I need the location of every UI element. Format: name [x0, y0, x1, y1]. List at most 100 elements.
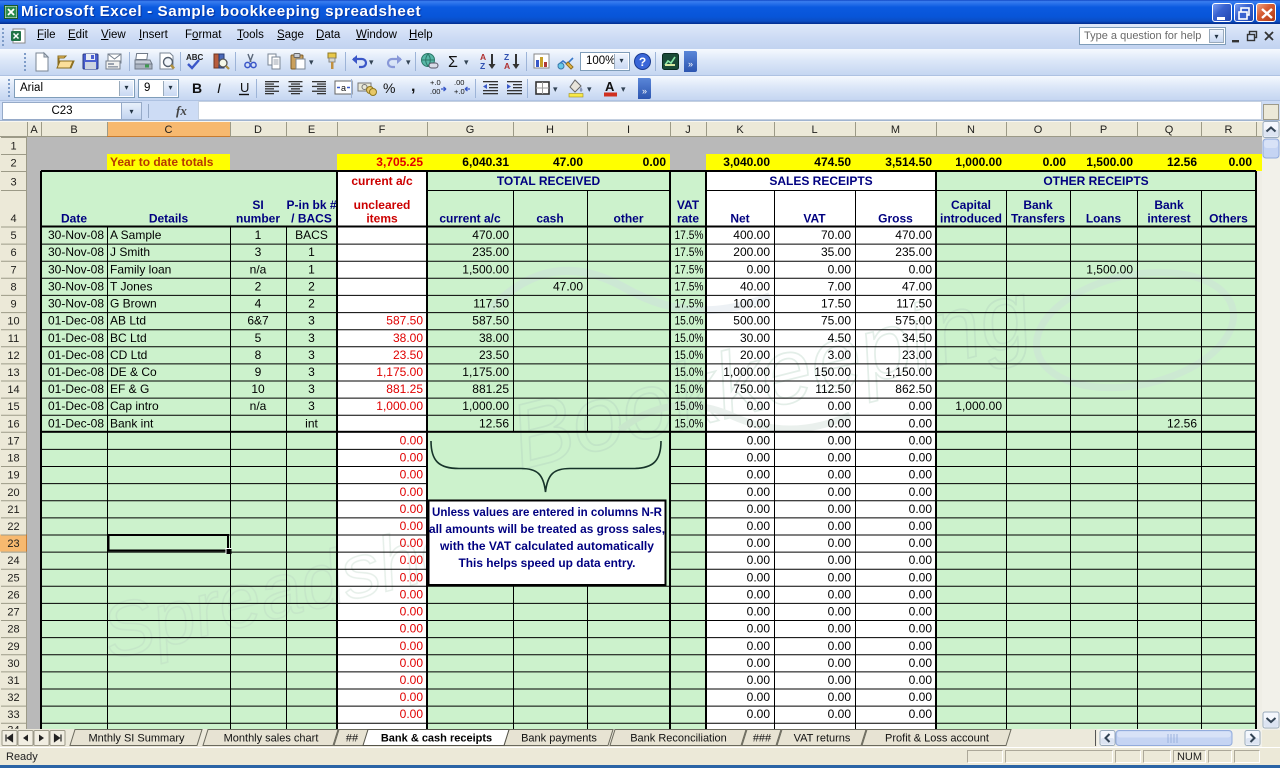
- svg-text:0.00: 0.00: [909, 485, 933, 499]
- svg-text:Unless values are entered in c: Unless values are entered in columns N-R: [432, 505, 662, 519]
- svg-text:0.00: 0.00: [747, 433, 771, 447]
- svg-text:881.25: 881.25: [386, 382, 423, 396]
- svg-text:17: 17: [7, 435, 19, 447]
- svg-text:0.00: 0.00: [909, 570, 933, 584]
- svg-text:1,000.00: 1,000.00: [376, 399, 423, 413]
- svg-text:17.5%: 17.5%: [675, 245, 704, 259]
- svg-text:12: 12: [7, 350, 19, 362]
- svg-text:0.00: 0.00: [747, 468, 771, 482]
- svg-text:15.0%: 15.0%: [675, 416, 704, 430]
- svg-text:12.56: 12.56: [1167, 155, 1197, 169]
- svg-text:Monthly sales chart: Monthly sales chart: [224, 733, 319, 745]
- svg-text:2: 2: [308, 297, 315, 311]
- svg-text:3: 3: [308, 382, 315, 396]
- svg-text:0.00: 0.00: [909, 656, 933, 670]
- svg-text:CD Ltd: CD Ltd: [110, 348, 147, 362]
- svg-text:F: F: [379, 124, 386, 136]
- svg-text:0.00: 0.00: [828, 485, 852, 499]
- svg-text:470.00: 470.00: [895, 228, 932, 242]
- svg-text:10: 10: [7, 316, 19, 328]
- svg-text:23.50: 23.50: [393, 348, 423, 362]
- svg-text:0.00: 0.00: [828, 399, 852, 413]
- svg-text:0.00: 0.00: [400, 587, 424, 601]
- svg-text:0.00: 0.00: [747, 570, 771, 584]
- svg-text:E: E: [308, 124, 315, 136]
- svg-text:881.25: 881.25: [472, 382, 509, 396]
- svg-text:G: G: [466, 124, 475, 136]
- svg-text:0.00: 0.00: [747, 656, 771, 670]
- svg-text:rate: rate: [677, 212, 699, 226]
- svg-text:Gross: Gross: [878, 212, 913, 226]
- svg-text:EF & G: EF & G: [110, 382, 149, 396]
- svg-text:J Smith: J Smith: [110, 245, 150, 259]
- svg-text:0.00: 0.00: [747, 519, 771, 533]
- svg-text:24: 24: [7, 555, 19, 567]
- svg-text:1: 1: [308, 245, 315, 259]
- svg-text:0.00: 0.00: [400, 605, 424, 619]
- svg-text:474.50: 474.50: [814, 155, 851, 169]
- svg-text:0.00: 0.00: [747, 587, 771, 601]
- svg-text:3: 3: [308, 314, 315, 328]
- svg-text:117.50: 117.50: [473, 297, 509, 311]
- svg-text:VAT returns: VAT returns: [794, 733, 851, 745]
- svg-text:AB Ltd: AB Ltd: [110, 314, 146, 328]
- svg-text:14: 14: [7, 384, 19, 396]
- svg-text:30-Nov-08: 30-Nov-08: [48, 228, 104, 242]
- svg-text:30: 30: [7, 658, 19, 670]
- svg-text:587.50: 587.50: [472, 314, 509, 328]
- svg-text:16: 16: [7, 418, 19, 430]
- svg-text:3: 3: [308, 399, 315, 413]
- svg-text:30-Nov-08: 30-Nov-08: [48, 262, 104, 276]
- svg-text:L: L: [811, 124, 817, 136]
- svg-text:0.00: 0.00: [400, 468, 424, 482]
- svg-text:235.00: 235.00: [895, 245, 932, 259]
- svg-text:0.00: 0.00: [909, 553, 933, 567]
- svg-text:Net: Net: [730, 212, 749, 226]
- svg-text:0.00: 0.00: [909, 519, 933, 533]
- svg-text:0.00: 0.00: [400, 519, 424, 533]
- svg-text:0.00: 0.00: [1043, 155, 1067, 169]
- svg-text:1,000.00: 1,000.00: [723, 365, 770, 379]
- svg-text:10: 10: [251, 382, 265, 396]
- svg-text:Profit & Loss account: Profit & Loss account: [885, 733, 989, 745]
- svg-text:4: 4: [255, 297, 262, 311]
- svg-text:1,150.00: 1,150.00: [885, 365, 932, 379]
- svg-text:1,000.00: 1,000.00: [955, 399, 1002, 413]
- svg-text:575.00: 575.00: [895, 314, 932, 328]
- svg-text:6&7: 6&7: [247, 314, 269, 328]
- svg-text:1,000.00: 1,000.00: [955, 155, 1002, 169]
- svg-text:23.50: 23.50: [479, 348, 509, 362]
- svg-text:1,175.00: 1,175.00: [462, 365, 509, 379]
- svg-text:15.0%: 15.0%: [675, 399, 704, 413]
- svg-text:01-Dec-08: 01-Dec-08: [48, 314, 104, 328]
- svg-text:15: 15: [7, 401, 19, 413]
- svg-text:1,500.00: 1,500.00: [1086, 262, 1133, 276]
- svg-text:30.00: 30.00: [740, 331, 770, 345]
- svg-text:29: 29: [7, 641, 19, 653]
- svg-text:12.56: 12.56: [479, 416, 509, 430]
- svg-text:0.00: 0.00: [828, 690, 852, 704]
- svg-text:1: 1: [10, 141, 16, 153]
- svg-text:5: 5: [10, 230, 16, 242]
- svg-text:I: I: [627, 124, 630, 136]
- svg-text:0.00: 0.00: [828, 262, 852, 276]
- svg-text:Q: Q: [1165, 124, 1174, 136]
- svg-text:0.00: 0.00: [909, 416, 933, 430]
- svg-text:0.00: 0.00: [400, 570, 424, 584]
- svg-text:0.00: 0.00: [828, 622, 852, 636]
- svg-text:6,040.31: 6,040.31: [462, 155, 509, 169]
- svg-text:3.00: 3.00: [828, 348, 852, 362]
- svg-text:0.00: 0.00: [643, 155, 667, 169]
- svg-text:9: 9: [10, 299, 16, 311]
- svg-text:Bank payments: Bank payments: [521, 733, 597, 745]
- svg-text:Details: Details: [149, 212, 189, 226]
- svg-text:0.00: 0.00: [909, 605, 933, 619]
- svg-text:0.00: 0.00: [747, 502, 771, 516]
- svg-text:0.00: 0.00: [400, 451, 424, 465]
- svg-text:current a/c: current a/c: [439, 212, 501, 226]
- svg-text:0.00: 0.00: [400, 690, 424, 704]
- svg-text:0.00: 0.00: [828, 519, 852, 533]
- svg-text:3: 3: [10, 177, 16, 189]
- svg-text:117.50: 117.50: [896, 297, 932, 311]
- svg-text:112.50: 112.50: [815, 382, 851, 396]
